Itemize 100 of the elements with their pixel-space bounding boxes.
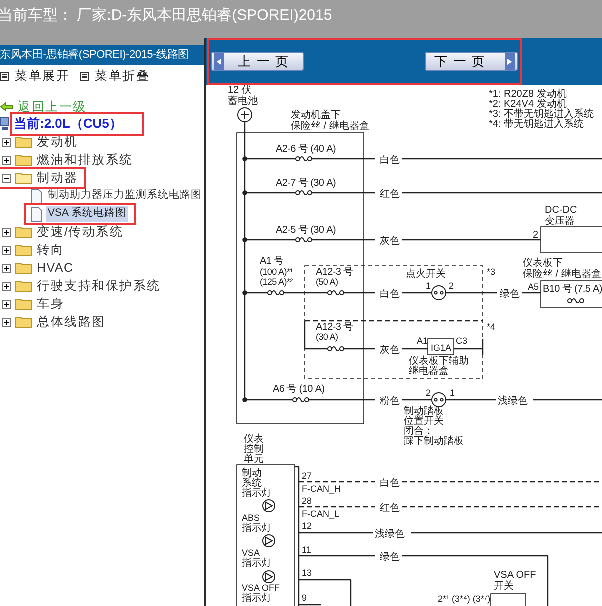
menu-toggle[interactable]: 菜单展开 [0, 66, 70, 86]
note-mark: *3 [487, 267, 496, 277]
pin-number: C3 [456, 336, 468, 346]
folder-icon [15, 225, 33, 239]
fuse-symbol [296, 238, 312, 242]
component-label: 继电器盒 [409, 366, 449, 377]
list-icon [80, 72, 89, 80]
expand-icon[interactable] [2, 156, 11, 164]
note-text: *1: R20Z8 发动机 [489, 89, 567, 100]
page-button[interactable]: 上一页 [211, 52, 304, 71]
wire-color-label: 绿色 [500, 289, 520, 300]
lamp-symbol [262, 500, 276, 512]
folder-icon [15, 153, 33, 167]
folder-icon [15, 261, 33, 275]
tree-item[interactable]: HVAC [37, 258, 74, 278]
expand-icon[interactable] [2, 300, 11, 308]
pin-number: 1 [426, 281, 432, 291]
indicator-label: 系统 [242, 478, 262, 489]
component-label: 闭合： [404, 426, 434, 437]
component-label: 开关 [494, 581, 514, 592]
fuse-symbol [296, 156, 312, 162]
tree-item[interactable]: 总体线路图 [37, 312, 106, 332]
computer-icon [0, 117, 10, 131]
component-label: 位置开关 [404, 416, 444, 427]
tree-item[interactable]: 转向 [37, 240, 64, 260]
page-button[interactable]: 下一页 [425, 52, 518, 71]
pin-number: 28 [302, 496, 312, 506]
pin-number: 2 [449, 281, 454, 291]
folder-icon [15, 279, 33, 293]
expand-icon[interactable] [2, 228, 11, 236]
component-label: 控制 [244, 444, 264, 455]
pin-number: 11 [302, 545, 312, 555]
component-label: 仪表板下 [523, 258, 563, 269]
component-label: 仪表 [244, 434, 264, 445]
wire-color-label: 白色 [380, 155, 400, 166]
fuse-label: A2-6 号 (40 A) [276, 144, 336, 155]
relay-label: IG1A [431, 343, 452, 353]
fuse-label: (50 A) [316, 277, 338, 287]
wire-color-label: 绿色 [380, 552, 400, 563]
fuse-label: B10 号 (7.5 A) [543, 284, 602, 295]
wire-color-label: 白色 [380, 289, 400, 300]
tree-item[interactable]: 燃油和排放系统 [37, 150, 134, 170]
fuse-label: A1 号 [260, 256, 284, 267]
component-label: 踩下制动踏板 [404, 436, 464, 447]
back-arrow-icon [0, 102, 14, 112]
tree-item[interactable]: 制动助力器压力监测系统电路图 [46, 188, 204, 204]
wire-color-label: 粉色 [380, 396, 400, 407]
indicator-label: 制动 [242, 468, 262, 479]
component-label: 变压器 [545, 216, 575, 227]
fuse-symbol [328, 290, 344, 296]
pin-number: 2*¹ (3*⁴) (3*⁷) [438, 594, 491, 604]
folder-icon [15, 243, 33, 257]
folder-icon [15, 315, 33, 329]
folder-icon [15, 171, 33, 185]
signal-label: F-CAN_H [302, 484, 342, 494]
component-label: 发动机盖下 [291, 110, 341, 121]
wire-color-label: 白色 [380, 478, 400, 489]
indicator-label: ABS [242, 513, 260, 523]
expand-icon[interactable] [2, 138, 11, 146]
expand-icon[interactable] [2, 282, 11, 290]
tree-item[interactable]: 变速/传动系统 [37, 222, 124, 242]
component-label: 蓄电池 [228, 96, 258, 107]
pin-number: 2 [426, 388, 432, 398]
pin-number: A1 [417, 336, 428, 346]
component-label: 点火开关 [406, 269, 446, 280]
component-label: 保险丝 / 继电器盒 [291, 121, 370, 132]
collapse-icon[interactable] [2, 174, 11, 182]
back-link[interactable]: 返回上一级 [18, 98, 87, 116]
pin-number: 12 [302, 521, 312, 531]
component-label: 保险丝 / 继电器盒 [523, 269, 602, 280]
wire-color-label: 红色 [380, 189, 400, 200]
component-label: 制动踏板 [404, 406, 444, 417]
fuse-symbol [328, 346, 344, 352]
pin-number: 13 [302, 568, 312, 578]
pin-number: 9 [302, 593, 308, 603]
expand-icon[interactable] [2, 246, 11, 254]
signal-label: F-CAN_L [302, 509, 340, 519]
fuse-label: (30 A) [316, 332, 338, 342]
fuse-label: A6 号 (10 A) [273, 384, 325, 395]
note-text: *2: K24V4 发动机 [489, 99, 567, 110]
expand-icon[interactable] [2, 264, 11, 272]
button-label: 上一页 [237, 52, 296, 71]
tree-item[interactable]: 车身 [37, 294, 64, 314]
menu-toggle[interactable]: 菜单折叠 [80, 66, 150, 86]
tree-item[interactable]: 行驶支持和保护系统 [37, 276, 161, 296]
arrow-left-icon [215, 56, 223, 66]
fuse-label: A2-7 号 (30 A) [276, 178, 336, 189]
folder-icon [15, 297, 33, 311]
switch-symbol [432, 392, 446, 408]
lamp-symbol [262, 570, 276, 584]
tree-item[interactable]: 制动器 [37, 168, 78, 188]
wire-color-label: 灰色 [380, 345, 400, 356]
indicator-label: VSA OFF [242, 583, 280, 593]
current-model: 当前:2.0L（CU5） [14, 115, 122, 134]
expand-icon[interactable] [2, 318, 11, 326]
note-text: *3: 不带无钥匙进入系统 [489, 109, 594, 120]
tree-item[interactable]: 发动机 [37, 132, 78, 152]
tree-item[interactable]: VSA 系统电路图 [46, 206, 128, 222]
wire-color-label: 浅绿色 [375, 529, 405, 540]
pin-number: 2 [533, 230, 539, 241]
